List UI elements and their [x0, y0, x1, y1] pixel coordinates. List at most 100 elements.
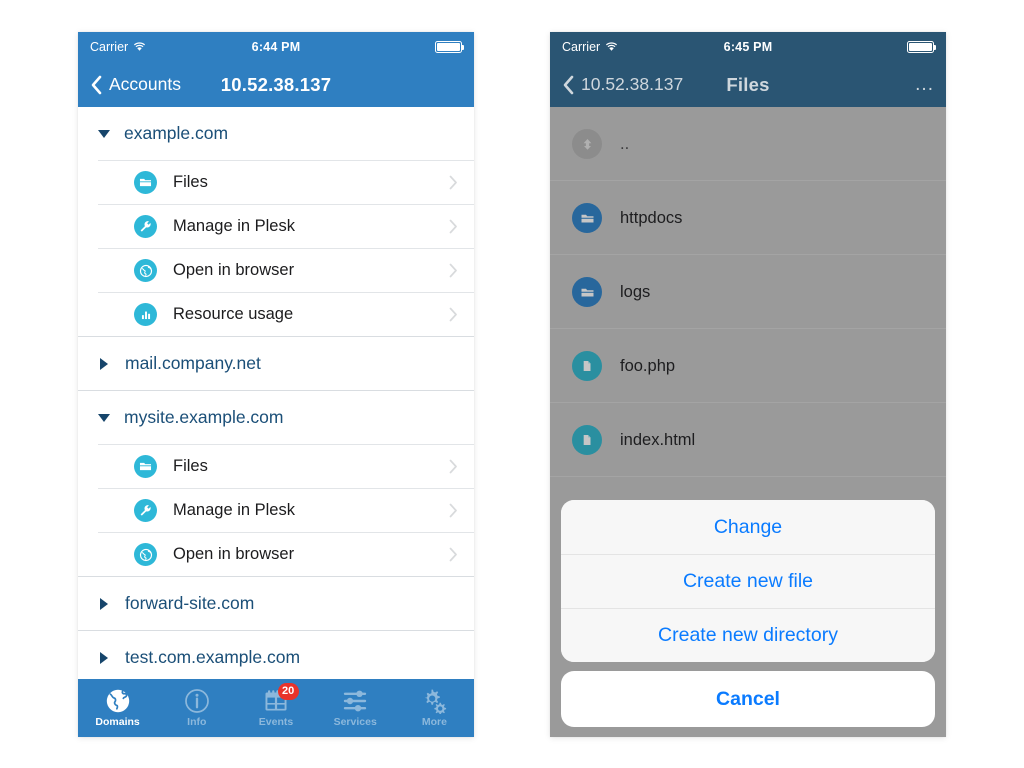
domain-action-label: Open in browser: [173, 261, 295, 279]
chevron-right-icon: [449, 175, 457, 190]
tab-label: More: [421, 716, 447, 728]
triangle-down-icon: [98, 129, 110, 138]
right-status-bar: Carrier 6:45 PM: [550, 32, 946, 62]
action-sheet: Change Create new file Create new direct…: [561, 500, 935, 727]
domain-name-label: mail.company.net: [125, 353, 261, 373]
domain-name-label: mysite.example.com: [124, 407, 284, 427]
chevron-right-icon: [449, 547, 457, 562]
chevron-right-icon: [449, 263, 457, 278]
domain-action-open-in-browser[interactable]: Open in browser: [78, 533, 474, 576]
action-sheet-group: Change Create new file Create new direct…: [561, 500, 935, 662]
document-icon: [572, 425, 602, 455]
wifi-icon: [605, 42, 618, 52]
left-phone-screen: Carrier 6:44 PM Accounts 10.52.38.137 ex…: [78, 32, 474, 737]
domain-name-label: forward-site.com: [125, 593, 255, 613]
domain-action-manage-in-plesk[interactable]: Manage in Plesk: [78, 489, 474, 532]
triangle-right-icon: [100, 597, 108, 610]
triangle-right-icon: [100, 357, 108, 370]
chevron-left-icon: [563, 75, 574, 94]
action-create-new-directory-button[interactable]: Create new directory: [561, 608, 935, 662]
document-icon: [572, 351, 602, 381]
domain-action-resource-usage[interactable]: Resource usage: [78, 293, 474, 336]
wrench-icon: [134, 499, 157, 522]
domain-action-files[interactable]: Files: [78, 161, 474, 204]
tab-label: Events: [258, 716, 294, 728]
status-carrier-group: Carrier: [562, 40, 618, 54]
file-name-label: httpdocs: [620, 208, 683, 227]
back-button[interactable]: 10.52.38.137: [562, 74, 683, 95]
domain-action-files[interactable]: Files: [78, 445, 474, 488]
domain-action-label: Manage in Plesk: [173, 217, 295, 235]
file-row-index-html[interactable]: index.html: [550, 403, 946, 477]
domain-action-label: Files: [173, 173, 208, 191]
domain-row-mail-company-net[interactable]: mail.company.net: [78, 337, 474, 390]
back-button-label: 10.52.38.137: [581, 74, 684, 94]
action-create-new-file-button[interactable]: Create new file: [561, 554, 935, 608]
file-row-httpdocs[interactable]: httpdocs: [550, 181, 946, 255]
chevron-left-icon: [91, 75, 102, 94]
status-carrier-group: Carrier: [90, 40, 146, 54]
chevron-right-icon: [449, 503, 457, 518]
more-options-button[interactable]: ...: [915, 75, 934, 94]
right-phone-screen: Carrier 6:45 PM 10.52.38.137 Files ... .…: [550, 32, 946, 737]
tab-label: Services: [333, 716, 377, 728]
file-row-foo-php[interactable]: foo.php: [550, 329, 946, 403]
tab-label: Domains: [95, 716, 140, 728]
triangle-right-icon: [100, 651, 108, 664]
wrench-icon: [134, 215, 157, 238]
file-name-label: logs: [620, 282, 651, 301]
file-name-label: index.html: [620, 430, 696, 449]
gears-icon: [425, 689, 447, 714]
domain-row-test-com-example-com[interactable]: test.com.example.com: [78, 631, 474, 684]
domain-action-label: Files: [173, 457, 208, 475]
info-icon: [184, 689, 209, 713]
file-name-label: foo.php: [620, 356, 676, 375]
domain-action-manage-in-plesk[interactable]: Manage in Plesk: [78, 205, 474, 248]
folder-icon: [572, 203, 602, 233]
left-nav-bar: Accounts 10.52.38.137: [78, 62, 474, 107]
folder-icon: [134, 455, 157, 478]
tab-more[interactable]: More: [395, 679, 474, 737]
battery-full-icon: [435, 41, 465, 53]
tab-domains[interactable]: Domains: [78, 679, 157, 737]
chevron-right-icon: [449, 307, 457, 322]
folder-icon: [134, 171, 157, 194]
globe-icon: [134, 543, 157, 566]
domain-name-label: example.com: [124, 123, 229, 143]
tab-label: Info: [187, 716, 207, 728]
battery-full-icon: [907, 41, 937, 53]
domain-row-example-com[interactable]: example.com: [78, 107, 474, 160]
file-list[interactable]: .. httpdocs logs foo.php index.html Chan…: [550, 107, 946, 737]
sliders-icon: [344, 690, 367, 712]
back-button-label: Accounts: [109, 74, 181, 94]
file-row-logs[interactable]: logs: [550, 255, 946, 329]
events-badge: 20: [277, 683, 299, 700]
back-button[interactable]: Accounts: [90, 74, 181, 95]
domain-action-label: Open in browser: [173, 545, 295, 563]
tab-services[interactable]: Services: [316, 679, 395, 737]
tab-bar[interactable]: Domains Info 20 Events Services More: [78, 679, 474, 737]
tab-events[interactable]: 20 Events: [236, 679, 315, 737]
domain-action-label: Manage in Plesk: [173, 501, 295, 519]
domain-list[interactable]: example.com Files Manage in Plesk Open i…: [78, 107, 474, 737]
separator: [550, 476, 946, 477]
domain-action-open-in-browser[interactable]: Open in browser: [78, 249, 474, 292]
status-carrier-label: Carrier: [562, 40, 601, 54]
globe-icon: [134, 259, 157, 282]
bar-chart-icon: [134, 303, 157, 326]
wifi-icon: [133, 42, 146, 52]
action-change-button[interactable]: Change: [561, 500, 935, 554]
chevron-right-icon: [449, 459, 457, 474]
domain-action-label: Resource usage: [173, 305, 294, 323]
arrow-up-circle-icon: [572, 129, 602, 159]
triangle-down-icon: [98, 413, 110, 422]
chevron-right-icon: [449, 219, 457, 234]
tab-info[interactable]: Info: [157, 679, 236, 737]
status-carrier-label: Carrier: [90, 40, 129, 54]
domain-row-mysite-example-com[interactable]: mysite.example.com: [78, 391, 474, 444]
screenshot-stage: Carrier 6:44 PM Accounts 10.52.38.137 ex…: [0, 0, 1024, 768]
domain-row-forward-site-com[interactable]: forward-site.com: [78, 577, 474, 630]
file-row-parent-dir[interactable]: ..: [550, 107, 946, 181]
action-cancel-button[interactable]: Cancel: [561, 671, 935, 727]
folder-icon: [572, 277, 602, 307]
